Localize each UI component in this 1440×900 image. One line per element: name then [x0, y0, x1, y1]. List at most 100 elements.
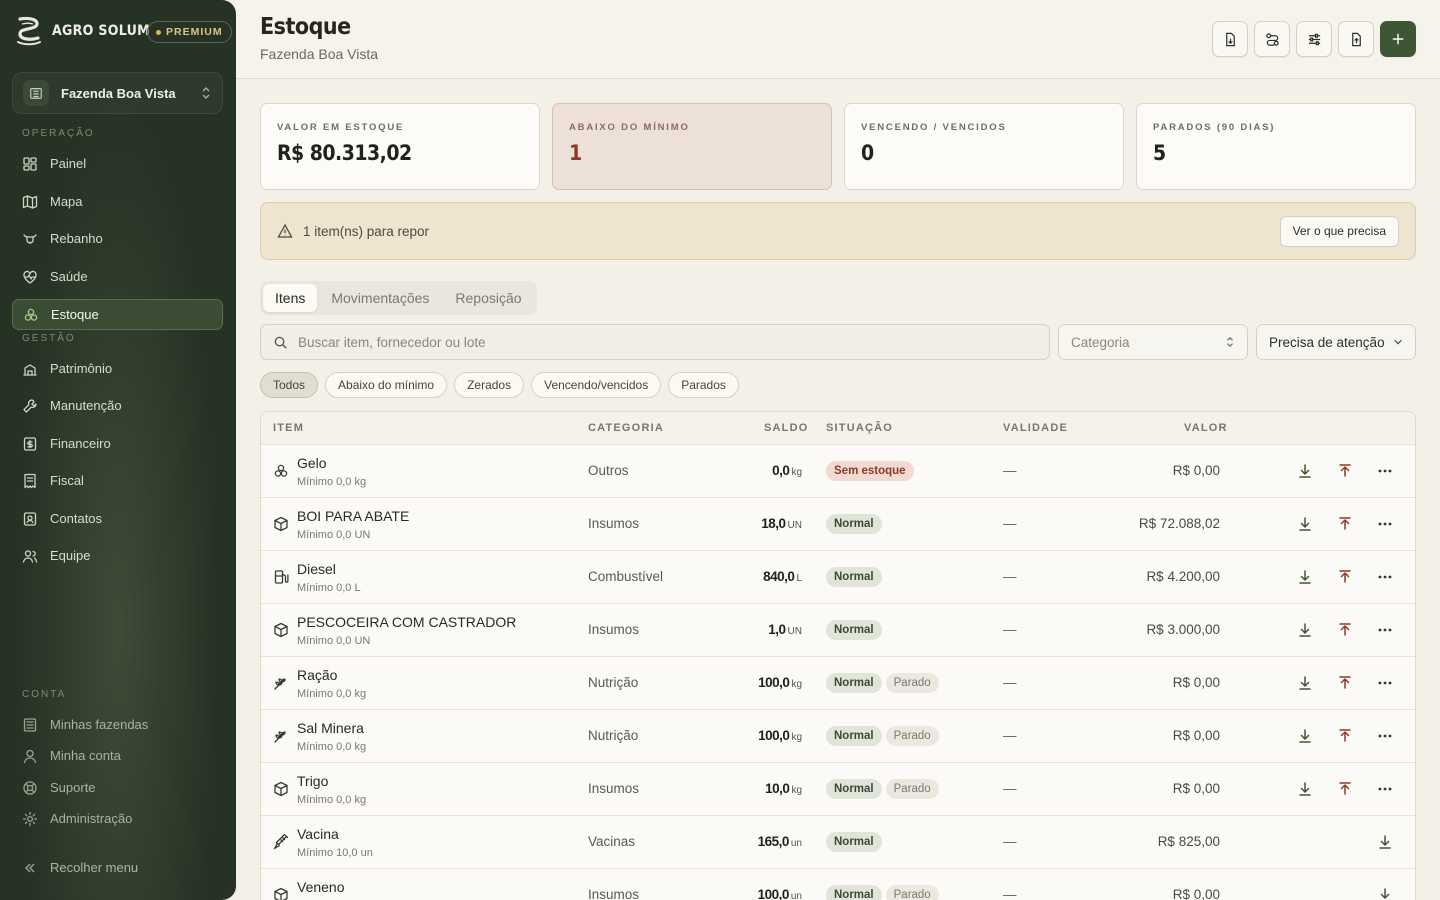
sidebar-item-rebanho[interactable]: Rebanho: [12, 223, 223, 254]
row-icon: [273, 622, 289, 638]
balance-qty: 10,0: [765, 781, 790, 796]
alert-text: 1 item(ns) para repor: [303, 223, 430, 239]
row-icon: [273, 781, 289, 797]
sidebar-item-fiscal[interactable]: Fiscal: [12, 465, 223, 496]
sidebar-item-minhas-fazendas[interactable]: Minhas fazendas: [12, 709, 223, 740]
header-item[interactable]: ITEM: [273, 422, 304, 434]
header-validade[interactable]: VALIDADE: [1003, 422, 1068, 434]
table-row[interactable]: Gelo Mínimo 0,0 kg Outros 0,0 kg Sem esto…: [261, 444, 1415, 497]
chevron-down-icon: [1394, 339, 1402, 345]
item-name[interactable]: Vacina: [297, 826, 339, 842]
stock-out-icon[interactable]: [1337, 516, 1353, 532]
table-row[interactable]: BOI PARA ABATE Mínimo 0,0 UN Insumos 18,…: [261, 497, 1415, 550]
box-icon: [274, 781, 288, 797]
sidebar-item-financeiro[interactable]: Financeiro: [12, 428, 223, 459]
box-icon: [274, 622, 288, 638]
header-categoria[interactable]: CATEGORIA: [588, 422, 664, 434]
sidebar-item-patrimonio[interactable]: Patrimônio: [12, 353, 223, 384]
search-input[interactable]: Buscar item, fornecedor ou lote: [260, 324, 1050, 360]
attention-select[interactable]: Precisa de atenção: [1256, 324, 1416, 360]
category-select[interactable]: Categoria: [1058, 324, 1248, 360]
team-icon: [22, 549, 38, 563]
stock-in-icon[interactable]: [1297, 516, 1313, 532]
tab-reposicao[interactable]: Reposição: [443, 284, 533, 312]
table-row[interactable]: Veneno Mínimo 0,0 un Insumos 100,0un Nor…: [261, 868, 1415, 900]
more-icon[interactable]: [1377, 675, 1393, 691]
collapse-menu-button[interactable]: Recolher menu: [12, 852, 223, 883]
header-situacao[interactable]: SITUAÇÃO: [826, 422, 893, 434]
item-name[interactable]: BOI PARA ABATE: [297, 508, 409, 524]
item-name[interactable]: Ração: [297, 667, 337, 683]
more-icon[interactable]: [1377, 569, 1393, 585]
brand[interactable]: AGRO SOLUM: [14, 15, 150, 47]
see-needs-button[interactable]: Ver o que precisa: [1279, 215, 1399, 247]
item-name[interactable]: Trigo: [297, 773, 328, 789]
table-row[interactable]: Diesel Mínimo 0,0 L Combustível 840,0 L N…: [261, 550, 1415, 603]
search-icon: [274, 336, 287, 349]
balance-qty: 100,0: [758, 728, 790, 743]
stock-in-icon[interactable]: [1297, 463, 1313, 479]
logo-icon: [17, 16, 41, 46]
stock-in-icon[interactable]: [1377, 834, 1393, 850]
sidebar-item-mapa[interactable]: Mapa: [12, 186, 223, 217]
kpi-vencendo[interactable]: VENCENDO / VENCIDOS 0: [844, 103, 1124, 190]
settings-button[interactable]: [1296, 21, 1332, 57]
sidebar-item-minha-conta[interactable]: Minha conta: [12, 740, 223, 771]
sidebar-item-painel[interactable]: Painel: [12, 148, 223, 179]
table-row[interactable]: Sal Minera Mínimo 0,0 kg Nutrição 100,0 k…: [261, 709, 1415, 762]
header-valor[interactable]: VALOR: [1184, 422, 1228, 434]
chip-parados[interactable]: Parados: [668, 372, 739, 398]
sidebar-item-manutencao[interactable]: Manutenção: [12, 390, 223, 421]
kpi-abaixo-minimo[interactable]: ABAIXO DO MÍNIMO 1: [552, 103, 832, 190]
kpi-parados[interactable]: PARADOS (90 DIAS) 5: [1136, 103, 1416, 190]
more-icon[interactable]: [1377, 463, 1393, 479]
sidebar-item-suporte[interactable]: Suporte: [12, 772, 223, 803]
premium-dot: [156, 29, 161, 35]
stock-in-icon[interactable]: [1297, 675, 1313, 691]
stock-out-icon[interactable]: [1337, 569, 1353, 585]
sidebar-item-equipe[interactable]: Equipe: [12, 540, 223, 571]
import-button[interactable]: [1212, 21, 1248, 57]
more-icon[interactable]: [1377, 622, 1393, 638]
tab-itens[interactable]: Itens: [263, 284, 318, 312]
more-icon[interactable]: [1377, 781, 1393, 797]
item-name[interactable]: Sal Minera: [297, 720, 364, 736]
more-icon[interactable]: [1377, 728, 1393, 744]
header-saldo[interactable]: SALDO: [764, 422, 809, 434]
stock-in-icon[interactable]: [1297, 781, 1313, 797]
stock-out-icon[interactable]: [1337, 781, 1353, 797]
stock-out-icon[interactable]: [1337, 463, 1353, 479]
table-row[interactable]: Ração Mínimo 0,0 kg Nutrição 100,0 kg Nor…: [261, 656, 1415, 709]
tab-movimentacoes[interactable]: Movimentações: [319, 284, 441, 312]
transfer-button[interactable]: [1254, 21, 1290, 57]
item-name[interactable]: Veneno: [297, 879, 345, 895]
chip-vencendo[interactable]: Vencendo/vencidos: [531, 372, 662, 398]
farm-selector[interactable]: Fazenda Boa Vista: [12, 72, 223, 114]
more-icon[interactable]: [1377, 516, 1393, 532]
stock-in-icon[interactable]: [1297, 728, 1313, 744]
chip-todos[interactable]: Todos: [260, 372, 319, 398]
chip-zerados[interactable]: Zerados: [454, 372, 525, 398]
sidebar-item-estoque[interactable]: Estoque: [12, 299, 223, 330]
table-row[interactable]: Vacina Mínimo 10,0 un Vacinas 165,0 un No…: [261, 815, 1415, 868]
stock-out-icon[interactable]: [1337, 622, 1353, 638]
sidebar-item-administracao[interactable]: Administração: [12, 803, 223, 834]
sidebar-item-contatos[interactable]: Contatos: [12, 503, 223, 534]
sidebar-item-label: Rebanho: [50, 231, 103, 246]
table-row[interactable]: Trigo Mínimo 0,0 kg Insumos 10,0 kg Norma…: [261, 762, 1415, 815]
stock-in-icon[interactable]: [1377, 887, 1393, 900]
item-name[interactable]: Diesel: [297, 561, 336, 577]
chip-abaixo-minimo[interactable]: Abaixo do mínimo: [325, 372, 448, 398]
item-category: Outros: [588, 463, 629, 478]
stock-in-icon[interactable]: [1297, 569, 1313, 585]
table-row[interactable]: PESCOCEIRA COM CASTRADOR Mínimo 0,0 UN I…: [261, 603, 1415, 656]
export-button[interactable]: [1338, 21, 1374, 57]
add-item-button[interactable]: [1380, 21, 1416, 57]
stock-out-icon[interactable]: [1337, 675, 1353, 691]
item-name[interactable]: PESCOCEIRA COM CASTRADOR: [297, 614, 516, 630]
stock-in-icon[interactable]: [1297, 622, 1313, 638]
item-name[interactable]: Gelo: [297, 455, 327, 471]
file-download-icon: [1225, 32, 1235, 46]
sidebar-item-saude[interactable]: Saúde: [12, 261, 223, 292]
stock-out-icon[interactable]: [1337, 728, 1353, 744]
